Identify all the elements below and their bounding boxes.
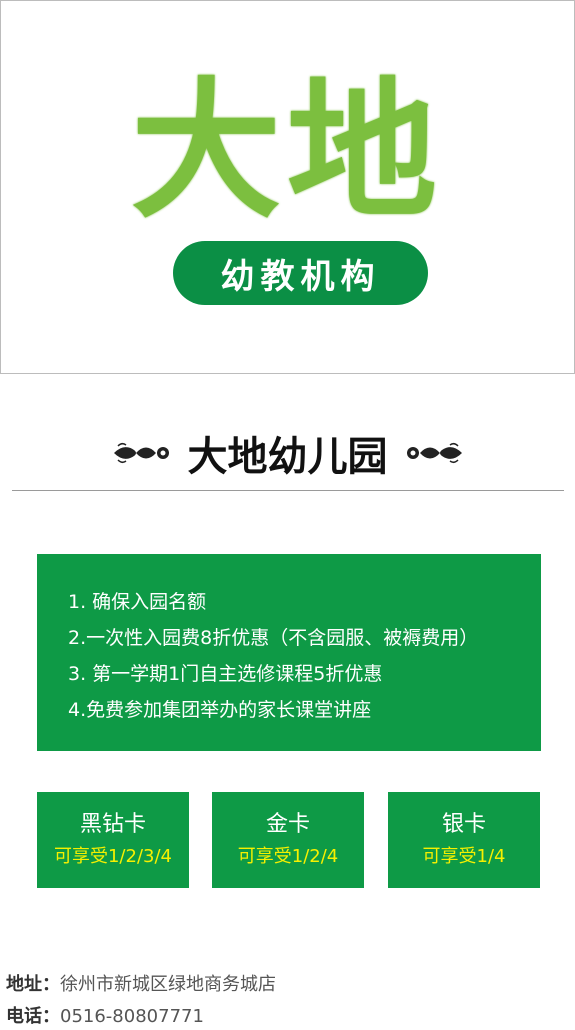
card-note: 可享受1/2/4 [237,846,339,867]
benefit-item: 4.免费参加集团举办的家长课堂讲座 [68,699,372,721]
phone-label: 电话： [6,1006,60,1027]
left-ornament-icon [113,442,169,464]
page-title-row: 大地幼儿园 [0,418,575,488]
address-label: 地址： [6,974,60,995]
address-value: 徐州市新城区绿地商务城店 [60,974,276,995]
logo-sub-badge: 幼教机构 [173,241,428,305]
benefit-item: 2.一次性入园费8折优惠（不含园服、被褥费用） [68,627,479,649]
logo-main-text: 大地 [130,65,443,239]
right-ornament-icon [406,442,462,464]
card-gold[interactable]: 金卡 可享受1/2/4 [212,792,364,888]
benefits-panel: 1. 确保入园名额 2.一次性入园费8折优惠（不含园服、被褥费用） 3. 第一学… [37,554,541,751]
phone-value[interactable]: 0516-80807771 [60,1006,204,1027]
title-divider [12,490,564,491]
page-title: 大地幼儿园 [187,434,388,480]
footer-address: 地址：徐州市新城区绿地商务城店 [6,970,276,996]
logo-banner: 大地 幼教机构 [0,0,575,374]
footer-phone: 电话：0516-80807771 [6,1002,204,1028]
card-black-diamond[interactable]: 黑钻卡 可享受1/2/3/4 [37,792,189,888]
benefit-item: 1. 确保入园名额 [68,591,207,613]
logo-sub-text: 幼教机构 [220,256,381,297]
benefit-item: 3. 第一学期1门自主选修课程5折优惠 [68,663,383,685]
card-note: 可享受1/4 [422,846,506,867]
card-note: 可享受1/2/3/4 [53,846,172,867]
card-name: 金卡 [265,812,310,837]
card-name: 银卡 [441,812,486,837]
card-silver[interactable]: 银卡 可享受1/4 [388,792,540,888]
card-name: 黑钻卡 [79,812,146,837]
